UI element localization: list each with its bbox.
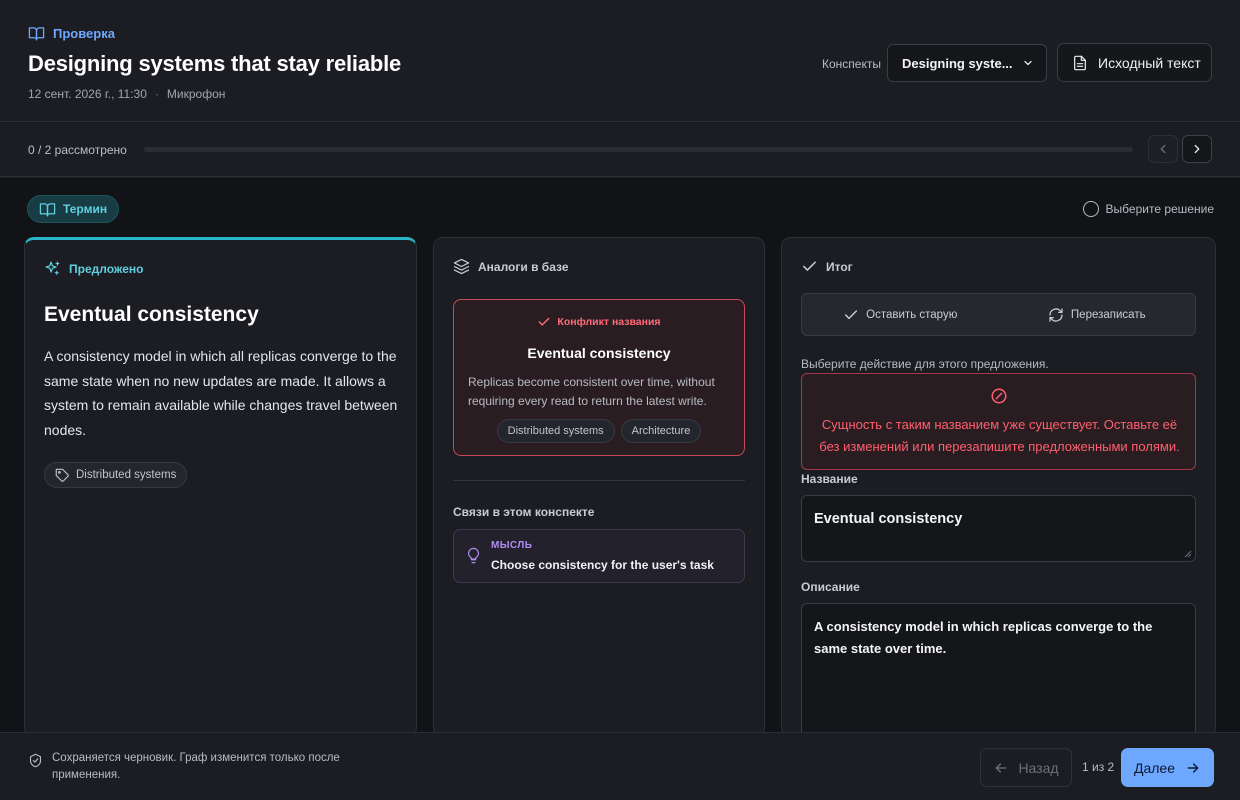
progress-track — [144, 147, 1133, 152]
proposed-tag-label: Distributed systems — [76, 469, 177, 481]
check-icon — [803, 261, 816, 271]
proposed-description: A consistency model in which all replica… — [44, 348, 398, 438]
description-field-value: A consistency model in which replicas co… — [814, 619, 1153, 656]
lightbulb-icon — [467, 547, 480, 564]
chevron-left-icon — [1160, 144, 1166, 154]
analog-tags: Distributed systems Architecture — [454, 419, 744, 443]
result-card: Итог Оставить старую Перезаписать Выбери… — [781, 237, 1216, 743]
sparkles-icon — [45, 261, 60, 275]
overwrite-label: Перезаписать — [1070, 308, 1146, 321]
refresh-icon — [1049, 307, 1063, 322]
draft-note-text: Сохраняется черновик. Граф изменится тол… — [52, 752, 340, 781]
footer: Сохраняется черновик. Граф изменится тол… — [0, 732, 1240, 800]
check-icon — [539, 317, 550, 326]
result-heading-label: Итог — [826, 259, 853, 274]
arrow-right-icon — [1187, 762, 1199, 773]
document-icon — [1074, 55, 1086, 70]
chevron-right-icon — [1194, 144, 1200, 154]
link-kind: МЫСЛЬ — [491, 540, 533, 551]
keep-old-label: Оставить старую — [866, 308, 958, 321]
analogs-heading: Аналоги в базе — [453, 258, 569, 275]
conflict-analog-card[interactable]: Конфликт названия Eventual consistency R… — [453, 299, 745, 456]
description-field[interactable]: A consistency model in which replicas co… — [801, 603, 1196, 743]
review-main: Термин Выберите решение Предложено Event… — [0, 178, 1240, 743]
review-progress: 0 / 2 рассмотрено — [0, 123, 1240, 177]
link-text: Choose consistency for the user's task — [491, 558, 714, 572]
breadcrumb[interactable]: Проверка — [28, 25, 115, 42]
breadcrumb-label: Проверка — [53, 26, 115, 41]
kind-chip-label: Термин — [63, 202, 108, 216]
name-label: Название — [801, 472, 858, 486]
next-button[interactable]: Далее — [1121, 748, 1214, 787]
analog-tag[interactable]: Distributed systems — [496, 419, 615, 443]
timestamp: 12 сент. 2026 г., 11:30 — [28, 87, 147, 101]
link-item[interactable]: МЫСЛЬ Choose consistency for the user's … — [453, 529, 745, 583]
name-field[interactable]: Eventual consistency — [801, 495, 1196, 562]
notes-select-value: Designing syste... — [902, 55, 1013, 71]
book-icon — [28, 27, 45, 41]
progress-text: 0 / 2 рассмотрено — [28, 143, 127, 157]
page-title: Designing systems that stay reliable — [28, 51, 402, 76]
result-heading: Итог — [801, 258, 853, 275]
arrow-left-icon — [996, 762, 1007, 773]
keep-old-button[interactable]: Оставить старую — [802, 294, 999, 335]
conflict-badge: Конфликт названия — [454, 315, 744, 329]
resize-handle-icon[interactable] — [1184, 550, 1192, 558]
analog-title: Eventual consistency — [527, 345, 671, 361]
tag-icon — [55, 468, 69, 482]
description-label: Описание — [801, 580, 860, 594]
links-title: Связи в этом конспекте — [453, 505, 595, 519]
divider — [453, 480, 745, 481]
action-segmented-control: Оставить старую Перезаписать — [801, 293, 1196, 336]
proposed-card: Предложено Eventual consistency A consis… — [24, 237, 417, 737]
chevron-down-icon — [1024, 60, 1032, 66]
conflict-label: Конфликт названия — [557, 316, 661, 328]
kind-chip: Термин — [27, 195, 120, 223]
overwrite-button[interactable]: Перезаписать — [999, 294, 1196, 335]
source-text-button[interactable]: Исходный текст — [1057, 43, 1212, 82]
layers-icon — [453, 258, 470, 275]
check-icon — [845, 309, 858, 319]
name-field-value: Eventual consistency — [814, 511, 963, 527]
back-button[interactable]: Назад — [980, 748, 1072, 787]
analogs-heading-label: Аналоги в базе — [478, 259, 569, 274]
decision-status[interactable]: Выберите решение — [1082, 201, 1214, 217]
source-text-label: Исходный текст — [1098, 54, 1201, 71]
meta-separator: · — [154, 87, 159, 101]
page-counter: 1 из 2 — [1082, 760, 1115, 774]
proposed-tag[interactable]: Distributed systems — [44, 462, 188, 488]
analog-tag[interactable]: Architecture — [620, 419, 702, 443]
proposed-heading: Предложено — [44, 260, 143, 277]
analog-description: Replicas become consistent over time, wi… — [468, 375, 715, 408]
prev-item-button[interactable] — [1148, 135, 1178, 163]
shield-check-icon — [29, 753, 42, 768]
proposed-heading-label: Предложено — [69, 261, 144, 276]
notes-select[interactable]: Designing syste... — [887, 44, 1047, 82]
decision-hint: Выберите решение — [1105, 202, 1214, 216]
notes-label: Конспекты — [822, 57, 881, 71]
action-hint: Выберите действие для этого предложения. — [801, 357, 1049, 371]
proposed-title: Eventual consistency — [44, 303, 259, 326]
draft-note: Сохраняется черновик. Граф изменится тол… — [28, 750, 348, 784]
conflict-error: Сущность с таким названием уже существуе… — [801, 373, 1196, 470]
decision-radio[interactable] — [1082, 201, 1099, 217]
header: Проверка Designing systems that stay rel… — [0, 0, 1240, 122]
conflict-error-text: Сущность с таким названием уже существуе… — [819, 417, 1180, 454]
analogs-card: Аналоги в базе Конфликт названия Eventua… — [433, 237, 765, 737]
ban-icon — [991, 388, 1007, 404]
page-meta: 12 сент. 2026 г., 11:30 · Микрофон — [28, 87, 225, 101]
next-item-button[interactable] — [1182, 135, 1212, 163]
next-label: Далее — [1133, 759, 1175, 776]
back-label: Назад — [1018, 759, 1059, 776]
book-icon — [39, 202, 56, 217]
source-label: Микрофон — [166, 87, 226, 101]
